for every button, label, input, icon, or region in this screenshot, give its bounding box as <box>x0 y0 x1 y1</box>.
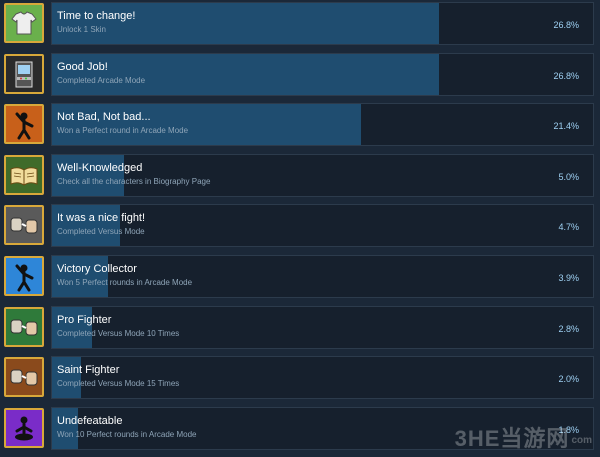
achievement-row[interactable]: Well-Knowledged Check all the characters … <box>0 153 600 198</box>
achievement-panel: Victory Collector Won 5 Perfect rounds in… <box>51 255 594 298</box>
achievement-badge <box>4 357 44 398</box>
achievement-panel: It was a nice fight! Completed Versus Mod… <box>51 204 594 248</box>
achievement-badge <box>4 3 44 43</box>
achievement-title: Time to change! <box>57 10 136 22</box>
achievement-badge <box>4 205 44 246</box>
achievement-panel: Saint Fighter Completed Versus Mode 15 Ti… <box>51 356 594 400</box>
achievement-panel: Pro Fighter Completed Versus Mode 10 Time… <box>51 305 594 349</box>
victory-pose-icon <box>6 258 42 294</box>
unlock-percentage: 26.8% <box>553 70 579 81</box>
achievement-badge <box>4 53 44 94</box>
achievement-row[interactable]: Saint Fighter Completed Versus Mode 15 Ti… <box>0 355 600 400</box>
arcade-cabinet-icon <box>6 56 42 92</box>
unlock-rate-bar <box>52 53 440 95</box>
achievement-row[interactable]: Pro Fighter Completed Versus Mode 10 Time… <box>0 305 600 350</box>
unlock-percentage: 4.7% <box>558 222 579 233</box>
victory-pose-icon <box>6 106 42 142</box>
achievement-description: Completed Versus Mode <box>57 227 145 237</box>
achievement-badge <box>4 154 44 195</box>
meditating-figure-icon <box>6 410 42 446</box>
achievement-description: Won 5 Perfect rounds in Arcade Mode <box>57 278 193 287</box>
achievement-row[interactable]: It was a nice fight! Completed Versus Mod… <box>0 203 600 248</box>
achievement-description: Completed Arcade Mode <box>57 75 146 85</box>
achievement-description: Unlock 1 Skin <box>57 25 106 34</box>
achievement-description: Completed Versus Mode 10 Times <box>57 328 180 338</box>
achievement-title: It was a nice fight! <box>57 212 146 225</box>
achievement-panel: Time to change! Unlock 1 Skin 26.8% <box>51 2 594 45</box>
achievement-description: Completed Versus Mode 15 Times <box>57 379 180 389</box>
achievement-description: Check all the characters in Biography Pa… <box>57 176 211 186</box>
achievement-title: Undefeatable <box>57 414 123 427</box>
unlock-percentage: 26.8% <box>553 20 579 30</box>
achievement-badge <box>4 256 44 296</box>
fist-bump-icon <box>6 359 42 395</box>
unlock-percentage: 21.4% <box>553 121 579 132</box>
achievement-title: Not Bad, Not bad... <box>57 111 151 124</box>
unlock-percentage: 5.0% <box>558 171 579 182</box>
watermark: 3HE当游网 com <box>454 426 592 451</box>
shirt-icon <box>6 5 42 41</box>
achievement-title: Pro Fighter <box>57 313 112 326</box>
unlock-percentage: 2.8% <box>558 323 579 334</box>
achievement-panel: Good Job! Completed Arcade Mode 26.8% <box>51 52 594 96</box>
unlock-percentage: 3.9% <box>558 273 579 283</box>
achievement-row[interactable]: Good Job! Completed Arcade Mode 26.8% <box>0 52 600 97</box>
achievement-badge <box>4 407 44 448</box>
open-book-icon <box>6 157 42 193</box>
achievement-badge <box>4 104 44 145</box>
achievement-title: Victory Collector <box>57 263 137 275</box>
achievement-row[interactable]: Victory Collector Won 5 Perfect rounds in… <box>0 254 600 299</box>
achievement-row[interactable]: Time to change! Unlock 1 Skin 26.8% <box>0 1 600 46</box>
fist-bump-icon <box>6 207 42 243</box>
unlock-percentage: 2.0% <box>558 374 579 385</box>
fist-bump-icon <box>6 309 42 345</box>
achievement-badge <box>4 306 44 347</box>
achievement-panel: Well-Knowledged Check all the characters … <box>51 153 594 197</box>
achievement-description: Won a Perfect round in Arcade Mode <box>57 126 189 136</box>
achievement-description: Won 10 Perfect rounds in Arcade Mode <box>57 429 197 439</box>
achievement-title: Good Job! <box>57 60 108 73</box>
achievement-title: Saint Fighter <box>57 364 120 377</box>
achievement-title: Well-Knowledged <box>57 161 143 174</box>
achievement-row[interactable]: Not Bad, Not bad... Won a Perfect round i… <box>0 102 600 147</box>
achievement-panel: Not Bad, Not bad... Won a Perfect round i… <box>51 103 594 147</box>
